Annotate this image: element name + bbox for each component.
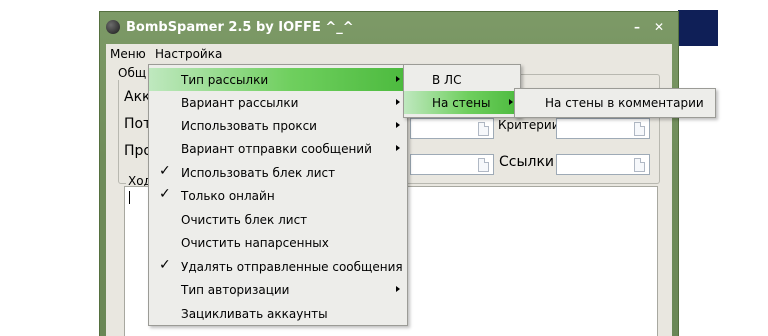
close-button[interactable]: ✕ [650, 19, 668, 36]
menu-item-label: Только онлайн [181, 189, 275, 203]
proxy-input[interactable] [410, 154, 494, 175]
window-title: BombSpamer 2.5 by IOFFE ^_^ [126, 20, 354, 35]
background-window-fragment [678, 10, 718, 46]
menu-item-online-only[interactable]: ✓ Только онлайн [149, 184, 407, 207]
menu-item-label: Использовать блек лист [181, 166, 336, 180]
menu-item-label: Тип авторизации [181, 283, 290, 297]
menu-item-walls[interactable]: На стены [404, 91, 520, 114]
submenu-arrow-icon [396, 122, 400, 128]
account-label: Акк [124, 89, 151, 105]
menu-item-label: Тип рассылки [181, 73, 269, 87]
checkmark-icon: ✓ [159, 163, 171, 179]
menu-item-use-proxy[interactable]: Использовать прокси [149, 114, 407, 137]
submenu-arrow-icon [396, 145, 400, 151]
submenu-arrow-icon [396, 76, 400, 82]
menu-item-label: Очистить блек лист [181, 213, 308, 227]
menu-item-mailing-variant[interactable]: Вариант рассылки [149, 91, 407, 114]
menu-item-label: Зацикливать аккаунты [181, 307, 328, 321]
criteria-input[interactable] [556, 118, 650, 139]
checkmark-icon: ✓ [159, 186, 171, 202]
document-icon [634, 158, 645, 172]
submenu-arrow-icon [396, 99, 400, 105]
menu-item-label: Удалять отправленные сообщения [181, 260, 403, 274]
mailing-type-submenu: В ЛС На стены [403, 64, 521, 118]
menu-item-label: На стены [432, 96, 491, 110]
background-desktop [678, 10, 768, 336]
criteria-label: Критерии [498, 118, 560, 132]
menu-item-label: Вариант рассылки [181, 96, 299, 110]
walls-submenu: На стены в комментарии [514, 88, 716, 118]
menu-item-mailing-type[interactable]: Тип рассылки [149, 68, 407, 91]
menu-item-use-blacklist[interactable]: ✓ Использовать блек лист [149, 161, 407, 184]
submenu-arrow-icon [509, 99, 513, 105]
threads-input[interactable] [410, 118, 494, 139]
menu-item-label: Использовать прокси [181, 119, 317, 133]
menu-item-clear-parsed[interactable]: Очистить напарсенных [149, 231, 407, 254]
links-label: Ссылки [499, 154, 555, 170]
menu-item-delete-sent[interactable]: ✓ Удалять отправленные сообщения [149, 255, 407, 278]
title-bar[interactable]: BombSpamer 2.5 by IOFFE ^_^ – ✕ [100, 12, 678, 44]
checkmark-icon: ✓ [159, 257, 171, 273]
menu-item-walls-comments[interactable]: На стены в комментарии [515, 91, 715, 114]
menu-item-label: На стены в комментарии [545, 96, 704, 110]
menu-item-loop-accounts[interactable]: Зацикливать аккаунты [149, 302, 407, 325]
menu-main[interactable]: Меню [110, 47, 146, 61]
menu-item-clear-blacklist[interactable]: Очистить блек лист [149, 208, 407, 231]
menu-item-label: В ЛС [432, 73, 462, 87]
document-icon [634, 122, 645, 136]
submenu-arrow-icon [396, 286, 400, 292]
text-caret [129, 191, 130, 204]
settings-dropdown: Тип рассылки Вариант рассылки Использова… [148, 64, 408, 326]
menu-item-label: Вариант отправки сообщений [181, 142, 372, 156]
minimize-button[interactable]: – [628, 19, 646, 36]
menu-item-auth-type[interactable]: Тип авторизации [149, 278, 407, 301]
menu-item-private-messages[interactable]: В ЛС [404, 68, 520, 91]
menu-item-send-variant[interactable]: Вариант отправки сообщений [149, 137, 407, 160]
groupbox-title: Общ [116, 66, 149, 80]
menu-item-label: Очистить напарсенных [181, 236, 329, 250]
document-icon [478, 158, 489, 172]
app-icon [106, 20, 120, 34]
menu-settings[interactable]: Настройка [155, 47, 222, 61]
links-input[interactable] [556, 154, 650, 175]
document-icon [478, 122, 489, 136]
menu-bar: Меню Настройка [106, 44, 672, 64]
